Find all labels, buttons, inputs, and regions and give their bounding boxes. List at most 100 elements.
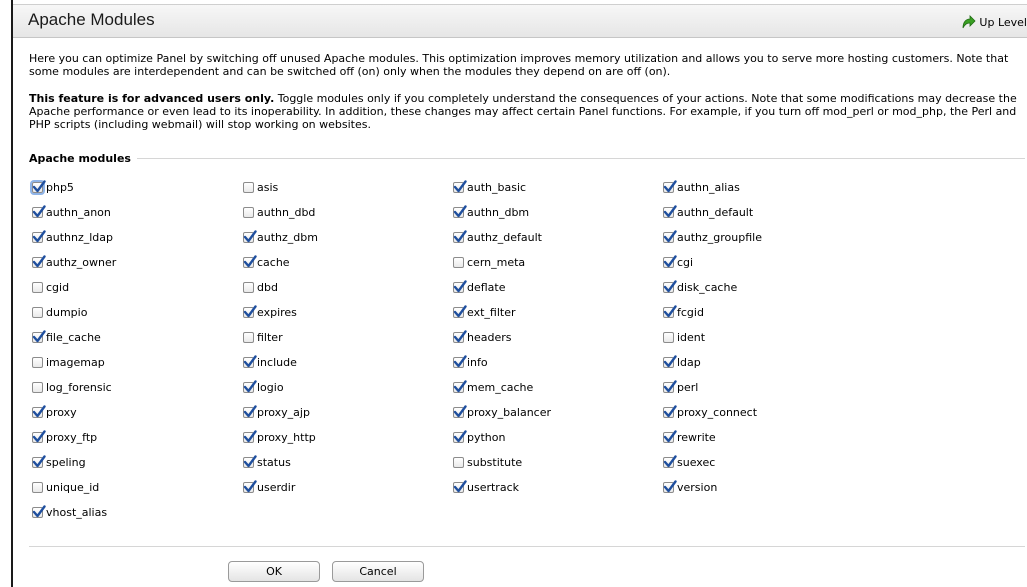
- module-authnz-ldap[interactable]: authnz_ldap: [32, 229, 113, 245]
- module-deflate[interactable]: deflate: [453, 279, 506, 295]
- module-checkbox[interactable]: [32, 229, 46, 243]
- module-checkbox[interactable]: [663, 354, 677, 368]
- module-cgid[interactable]: cgid: [32, 279, 69, 295]
- module-checkbox[interactable]: [663, 479, 677, 493]
- module-logio[interactable]: logio: [243, 379, 284, 395]
- ok-button[interactable]: OK: [228, 561, 320, 582]
- module-checkbox[interactable]: [243, 404, 257, 418]
- module-checkbox[interactable]: [32, 381, 43, 393]
- module-checkbox[interactable]: [243, 479, 257, 493]
- module-checkbox[interactable]: [32, 481, 43, 493]
- module-checkbox[interactable]: [243, 254, 257, 268]
- module-expires[interactable]: expires: [243, 304, 297, 320]
- module-imagemap[interactable]: imagemap: [32, 354, 105, 370]
- module-ldap[interactable]: ldap: [663, 354, 701, 370]
- module-cache[interactable]: cache: [243, 254, 290, 270]
- module-checkbox[interactable]: [453, 329, 467, 343]
- module-checkbox[interactable]: [32, 179, 46, 193]
- module-unique-id[interactable]: unique_id: [32, 479, 99, 495]
- module-checkbox[interactable]: [243, 454, 257, 468]
- module-auth-basic[interactable]: auth_basic: [453, 179, 526, 195]
- module-checkbox[interactable]: [453, 204, 467, 218]
- module-checkbox[interactable]: [243, 354, 257, 368]
- module-fcgid[interactable]: fcgid: [663, 304, 704, 320]
- module-status[interactable]: status: [243, 454, 291, 470]
- module-checkbox[interactable]: [32, 356, 43, 368]
- module-ext-filter[interactable]: ext_filter: [453, 304, 516, 320]
- module-checkbox[interactable]: [453, 379, 467, 393]
- module-checkbox[interactable]: [663, 179, 677, 193]
- module-checkbox[interactable]: [243, 331, 254, 343]
- module-cgi[interactable]: cgi: [663, 254, 693, 270]
- module-authn-dbm[interactable]: authn_dbm: [453, 204, 529, 220]
- module-authz-owner[interactable]: authz_owner: [32, 254, 116, 270]
- module-vhost-alias[interactable]: vhost_alias: [32, 504, 107, 520]
- cancel-button[interactable]: Cancel: [332, 561, 424, 582]
- module-checkbox[interactable]: [663, 204, 677, 218]
- module-proxy[interactable]: proxy: [32, 404, 77, 420]
- module-checkbox[interactable]: [243, 281, 254, 293]
- module-checkbox[interactable]: [32, 254, 46, 268]
- module-checkbox[interactable]: [453, 429, 467, 443]
- module-checkbox[interactable]: [663, 379, 677, 393]
- module-checkbox[interactable]: [663, 304, 677, 318]
- module-checkbox[interactable]: [453, 179, 467, 193]
- module-checkbox[interactable]: [663, 454, 677, 468]
- module-checkbox[interactable]: [663, 229, 677, 243]
- module-checkbox[interactable]: [32, 306, 43, 318]
- module-userdir[interactable]: userdir: [243, 479, 295, 495]
- module-usertrack[interactable]: usertrack: [453, 479, 519, 495]
- module-proxy-http[interactable]: proxy_http: [243, 429, 316, 445]
- module-info[interactable]: info: [453, 354, 488, 370]
- module-checkbox[interactable]: [663, 404, 677, 418]
- module-checkbox[interactable]: [663, 254, 677, 268]
- module-authn-dbd[interactable]: authn_dbd: [243, 204, 315, 220]
- module-substitute[interactable]: substitute: [453, 454, 522, 470]
- module-checkbox[interactable]: [453, 354, 467, 368]
- module-checkbox[interactable]: [453, 304, 467, 318]
- module-ident[interactable]: ident: [663, 329, 705, 345]
- module-checkbox[interactable]: [453, 279, 467, 293]
- module-dumpio[interactable]: dumpio: [32, 304, 87, 320]
- module-asis[interactable]: asis: [243, 179, 278, 195]
- module-authn-anon[interactable]: authn_anon: [32, 204, 111, 220]
- module-checkbox[interactable]: [32, 204, 46, 218]
- module-dbd[interactable]: dbd: [243, 279, 278, 295]
- module-checkbox[interactable]: [32, 429, 46, 443]
- module-proxy-balancer[interactable]: proxy_balancer: [453, 404, 551, 420]
- module-perl[interactable]: perl: [663, 379, 698, 395]
- module-checkbox[interactable]: [32, 281, 43, 293]
- module-disk-cache[interactable]: disk_cache: [663, 279, 737, 295]
- module-cern-meta[interactable]: cern_meta: [453, 254, 525, 270]
- module-authn-alias[interactable]: authn_alias: [663, 179, 740, 195]
- module-checkbox[interactable]: [453, 456, 464, 468]
- module-checkbox[interactable]: [453, 404, 467, 418]
- module-authz-dbm[interactable]: authz_dbm: [243, 229, 318, 245]
- module-proxy-ajp[interactable]: proxy_ajp: [243, 404, 310, 420]
- module-speling[interactable]: speling: [32, 454, 86, 470]
- module-checkbox[interactable]: [243, 229, 257, 243]
- module-checkbox[interactable]: [32, 404, 46, 418]
- module-authz-default[interactable]: authz_default: [453, 229, 542, 245]
- module-checkbox[interactable]: [243, 181, 254, 193]
- up-level-link[interactable]: Up Level: [960, 15, 1027, 29]
- module-proxy-ftp[interactable]: proxy_ftp: [32, 429, 97, 445]
- module-file-cache[interactable]: file_cache: [32, 329, 101, 345]
- module-authz-groupfile[interactable]: authz_groupfile: [663, 229, 762, 245]
- module-suexec[interactable]: suexec: [663, 454, 715, 470]
- module-checkbox[interactable]: [663, 279, 677, 293]
- module-version[interactable]: version: [663, 479, 717, 495]
- module-filter[interactable]: filter: [243, 329, 283, 345]
- module-checkbox[interactable]: [243, 429, 257, 443]
- module-checkbox[interactable]: [453, 256, 464, 268]
- module-headers[interactable]: headers: [453, 329, 511, 345]
- module-checkbox[interactable]: [243, 304, 257, 318]
- module-checkbox[interactable]: [453, 479, 467, 493]
- module-rewrite[interactable]: rewrite: [663, 429, 716, 445]
- module-authn-default[interactable]: authn_default: [663, 204, 753, 220]
- module-checkbox[interactable]: [453, 229, 467, 243]
- module-checkbox[interactable]: [32, 504, 46, 518]
- module-proxy-connect[interactable]: proxy_connect: [663, 404, 757, 420]
- module-python[interactable]: python: [453, 429, 505, 445]
- module-log-forensic[interactable]: log_forensic: [32, 379, 112, 395]
